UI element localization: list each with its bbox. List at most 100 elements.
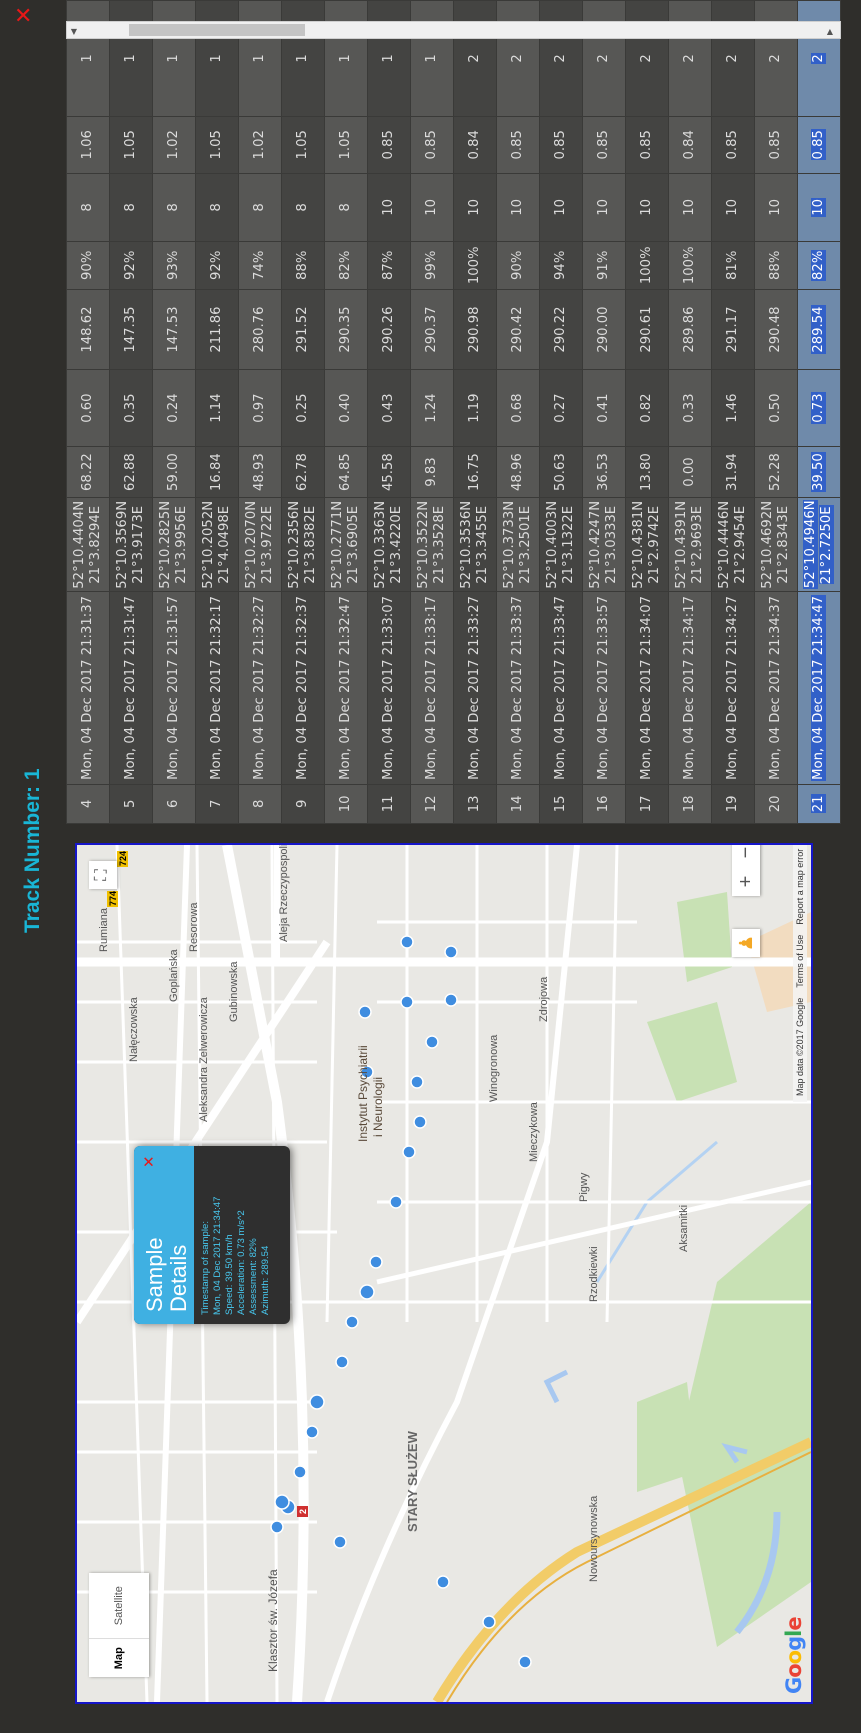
cell-azimuth: 290.48 (754, 289, 798, 370)
cell-speed: 68.22 (66, 446, 110, 498)
map-type-map-button[interactable]: Map (89, 1638, 149, 1677)
table-row[interactable]: 12 Mon, 04 Dec 2017 21:33:17 52°10.3522N 2… (410, 0, 454, 824)
scroll-right-arrow-icon[interactable]: ▶ (825, 29, 834, 35)
cell-satellites: 10 (711, 173, 755, 242)
cell-text: 0.60 (80, 393, 95, 423)
cell-satellites: 10 (410, 173, 454, 242)
table-row[interactable]: 7 Mon, 04 Dec 2017 21:32:17 52°10.2052N 21… (195, 0, 239, 824)
table-row[interactable]: 17 Mon, 04 Dec 2017 21:34:07 52°10.4381N 2… (625, 0, 669, 824)
cell-text: 90% (80, 250, 95, 280)
table-row[interactable]: 18 Mon, 04 Dec 2017 21:34:17 52°10.4391N 2… (668, 0, 712, 824)
table-row[interactable]: 10 Mon, 04 Dec 2017 21:32:47 52°10.2771N 2… (324, 0, 368, 824)
cell-hdop: 0.85 (711, 116, 755, 174)
water (595, 1140, 718, 1283)
cell-text: 50.63 (553, 453, 568, 491)
cell-text: 147.53 (166, 306, 181, 353)
cell-satellites: 10 (367, 173, 411, 242)
cell-text: 0.85 (381, 130, 396, 160)
cell-text: 10 (639, 198, 654, 216)
cell-text: 2 (596, 54, 611, 63)
cell-text: 0.85 (768, 130, 783, 160)
cell-text: 290.26 (381, 306, 396, 353)
cell-text: 12 (424, 795, 439, 813)
cell-assessment: 100% (453, 241, 497, 290)
table-row[interactable]: 19 Mon, 04 Dec 2017 21:34:27 52°10.4446N 2… (711, 0, 755, 824)
cell-sample-index: 14 (496, 784, 540, 824)
cell-text: 52°10.2771N 21°3.6905E (330, 500, 361, 589)
table-row[interactable]: 15 Mon, 04 Dec 2017 21:33:47 52°10.4003N 2… (539, 0, 583, 824)
cell-text: 10 (682, 198, 697, 216)
cell-sample-index: 8 (238, 784, 282, 824)
park-area (677, 1202, 811, 1647)
cell-text: Mon, 04 Dec 2017 21:33:27 (467, 596, 482, 780)
table-row[interactable]: 13 Mon, 04 Dec 2017 21:33:27 52°10.3536N 2… (453, 0, 497, 824)
cell-position: 52°10.2825N 21°3.9956E (152, 497, 196, 592)
cell-sample-index: 9 (281, 784, 325, 824)
map-type-satellite-button[interactable]: Satellite (89, 1573, 149, 1638)
cell-segment: 1 (324, 0, 368, 117)
cell-hdop: 0.85 (539, 116, 583, 174)
cell-azimuth: 147.35 (109, 289, 153, 370)
table-row[interactable]: 8 Mon, 04 Dec 2017 21:32:27 52°10.2070N 21… (238, 0, 282, 824)
terms-link[interactable]: Terms of Use (793, 935, 807, 988)
zoom-in-button[interactable]: + (732, 867, 760, 896)
scroll-thumb[interactable] (129, 24, 305, 36)
cell-acceleration: 0.60 (66, 369, 110, 447)
cell-text: 9.83 (424, 457, 439, 487)
table-horizontal-scrollbar[interactable]: ◀ ▶ (66, 21, 841, 39)
street-view-pegman[interactable]: ♟ (732, 929, 760, 957)
cell-text: 92% (123, 250, 138, 280)
zoom-out-button[interactable]: − (732, 843, 760, 867)
park-area (647, 1002, 737, 1102)
cell-timestamp: Mon, 04 Dec 2017 21:32:27 (238, 591, 282, 785)
cell-text: Mon, 04 Dec 2017 21:32:17 (209, 596, 224, 780)
cell-position: 52°10.3536N 21°3.3455E (453, 497, 497, 592)
cell-timestamp: Mon, 04 Dec 2017 21:33:07 (367, 591, 411, 785)
cell-text: 52°10.3569N 21°3.9173E (115, 500, 146, 589)
fullscreen-button[interactable]: ⛶ (89, 861, 117, 889)
popup-close-button[interactable]: ✕ (140, 1155, 158, 1168)
cell-text: 0.84 (467, 130, 482, 160)
cell-text: 0.00 (682, 457, 697, 487)
zoom-control[interactable]: + − (732, 843, 760, 896)
cell-timestamp: Mon, 04 Dec 2017 21:31:47 (109, 591, 153, 785)
cell-satellites: 10 (754, 173, 798, 242)
map-view[interactable]: Klasztor św. Józefa STARY SŁUŻEW Instytu… (75, 843, 813, 1704)
table-row[interactable]: 16 Mon, 04 Dec 2017 21:33:57 52°10.4247N 2… (582, 0, 626, 824)
cell-text: 0.97 (252, 393, 267, 423)
cell-segment: 1 (109, 0, 153, 117)
table-row[interactable]: 20 Mon, 04 Dec 2017 21:34:37 52°10.4692N 2… (754, 0, 798, 824)
cell-hdop: 0.85 (797, 116, 841, 174)
cell-hdop: 0.85 (410, 116, 454, 174)
cell-text: 94% (553, 250, 568, 280)
scroll-left-arrow-icon[interactable]: ◀ (69, 29, 78, 35)
cell-satellites: 8 (281, 173, 325, 242)
cell-position: 52°10.4003N 21°3.1322E (539, 497, 583, 592)
table-row[interactable]: 11 Mon, 04 Dec 2017 21:33:07 52°10.3363N 2… (367, 0, 411, 824)
map-type-control[interactable]: Map Satellite (89, 1573, 149, 1677)
table-row[interactable]: 9 Mon, 04 Dec 2017 21:32:37 52°10.2356N 21… (281, 0, 325, 824)
cell-text: 1 (338, 54, 353, 63)
cell-position: 52°10.4247N 21°3.0333E (582, 497, 626, 592)
report-error-link[interactable]: Report a map error (793, 849, 807, 925)
table-row[interactable]: 5 Mon, 04 Dec 2017 21:31:47 52°10.3569N 21… (109, 0, 153, 824)
table-row[interactable]: 4 Mon, 04 Dec 2017 21:31:37 52°10.4404N 21… (66, 0, 110, 824)
cell-sample-index: 5 (109, 784, 153, 824)
cell-segment: 1 (410, 0, 454, 117)
cell-text: 0.43 (381, 393, 396, 423)
cell-text: 1 (166, 54, 181, 63)
cell-text: 62.78 (295, 453, 310, 491)
cell-text: 10 (381, 198, 396, 216)
cell-timestamp: Mon, 04 Dec 2017 21:31:57 (152, 591, 196, 785)
table-row[interactable]: 21 Mon, 04 Dec 2017 21:34:47 52°10.4946N 2… (797, 0, 841, 824)
cell-text: 9 (295, 799, 310, 809)
table-row[interactable]: 14 Mon, 04 Dec 2017 21:33:37 52°10.3733N 2… (496, 0, 540, 824)
cell-sample-index: 21 (797, 784, 841, 824)
cell-text: 64.85 (338, 453, 353, 491)
cell-assessment: 91% (582, 241, 626, 290)
cell-text: Mon, 04 Dec 2017 21:33:07 (381, 596, 396, 780)
cell-position: 52°10.4692N 21°2.8343E (754, 497, 798, 592)
table-row[interactable]: 6 Mon, 04 Dec 2017 21:31:57 52°10.2825N 21… (152, 0, 196, 824)
cell-text: 1 (209, 54, 224, 63)
svg-text:Pigwy: Pigwy (578, 1172, 590, 1202)
